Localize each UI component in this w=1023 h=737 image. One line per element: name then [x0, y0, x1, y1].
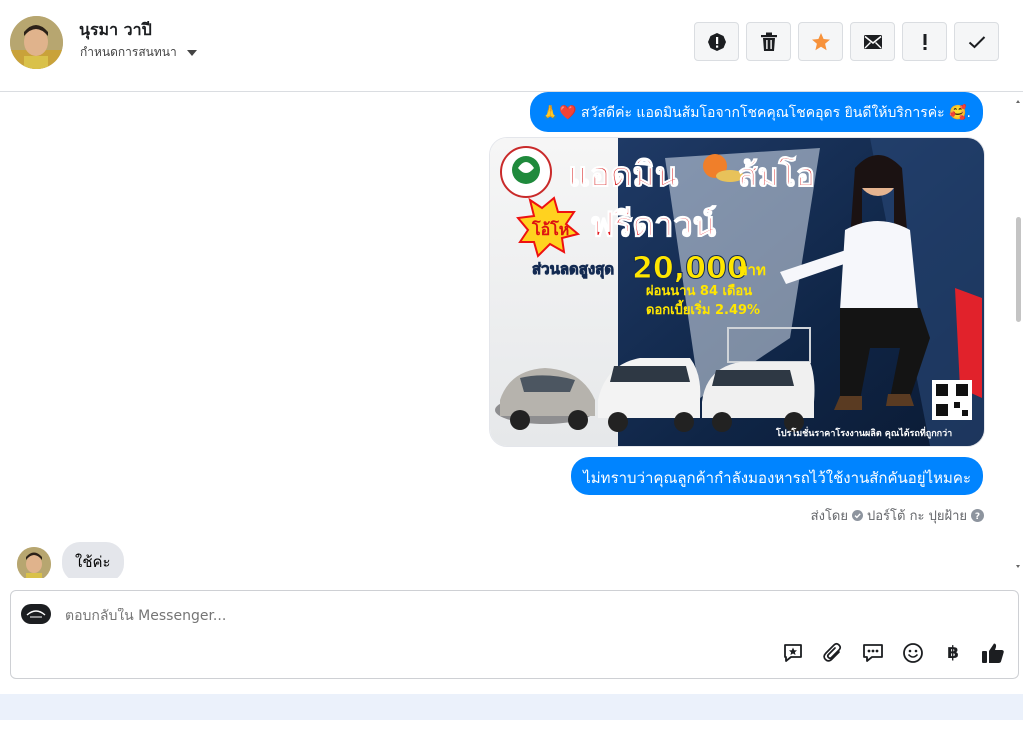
caret-down-icon	[186, 49, 197, 56]
sent-by-name[interactable]: ปอร์โต้ กะ ปุยฝ้าย	[867, 505, 967, 526]
promo-headline: ฟรีดาวน์	[590, 205, 716, 245]
important-button[interactable]	[902, 22, 947, 61]
report-spam-button[interactable]	[694, 22, 739, 61]
scroll-up-arrow-icon[interactable]	[1013, 96, 1023, 106]
star-button[interactable]	[798, 22, 843, 61]
reply-input[interactable]	[65, 608, 765, 624]
chat-bubble-icon	[863, 644, 883, 662]
exclamation-icon	[923, 33, 926, 50]
mark-done-button[interactable]	[954, 22, 999, 61]
baht-icon: ฿	[947, 643, 959, 663]
verified-icon	[852, 510, 863, 521]
payment-button[interactable]: ฿	[940, 640, 966, 666]
delete-button[interactable]	[746, 22, 791, 61]
mark-unread-button[interactable]	[850, 22, 895, 61]
sent-by-info: ส่งโดย ปอร์โต้ กะ ปุยฝ้าย ?	[811, 505, 984, 526]
promo-title-right: ส้มโอ	[738, 156, 815, 194]
scroll-thumb[interactable]	[1016, 217, 1021, 322]
page-logo	[21, 604, 51, 624]
scroll-down-arrow-icon[interactable]	[1013, 562, 1023, 572]
conversation-toolbar	[694, 22, 999, 61]
incoming-message[interactable]: ใช้ค่ะ	[62, 542, 124, 578]
attach-button[interactable]	[820, 640, 846, 666]
promo-installment: ผ่อนนาน 84 เดือน	[646, 283, 752, 299]
assign-conversation-dropdown[interactable]: กำหนดการสนทนา	[80, 43, 197, 62]
message-thread[interactable]: 🙏❤️ สวัสดีค่ะ แอดมินส้มโอจากโชคคุณโชคอุด…	[0, 92, 1023, 578]
check-icon	[968, 35, 985, 48]
saved-reply-button[interactable]	[780, 640, 806, 666]
conversation-header: นุรมา วาปี กำหนดการสนทนา	[0, 0, 1023, 92]
reply-composer: ฿	[10, 590, 1019, 679]
assign-label: กำหนดการสนทนา	[80, 45, 177, 59]
contact-name[interactable]: นุรมา วาปี	[79, 18, 152, 43]
composer-actions: ฿	[780, 640, 1006, 666]
promo-image-message[interactable]: แอดมิน ส้มโอ โอ้โห ฟรีดาวน์ ส่วนลดสูงสุด…	[489, 137, 985, 447]
paperclip-icon	[823, 642, 842, 662]
svg-text:?: ?	[975, 512, 980, 522]
thumbs-up-icon	[982, 643, 1004, 663]
promo-discount-prefix: ส่วนลดสูงสุด	[532, 260, 614, 279]
star-icon	[811, 32, 830, 50]
customer-avatar[interactable]	[17, 547, 51, 578]
promo-title-left: แอดมิน	[568, 155, 678, 195]
emoji-button[interactable]	[900, 640, 926, 666]
envelope-icon	[863, 34, 882, 49]
outgoing-message[interactable]: ไม่ทราบว่าคุณลูกค้ากำลังมองหารถไว้ใช้งาน…	[571, 457, 983, 495]
outgoing-message[interactable]: 🙏❤️ สวัสดีค่ะ แอดมินส้มโอจากโชคคุณโชคอุด…	[529, 92, 983, 132]
quick-reply-button[interactable]	[860, 640, 886, 666]
promo-discount-amount: 20,000	[632, 251, 748, 286]
trash-icon	[760, 32, 777, 51]
emoji-icon	[903, 643, 923, 663]
sent-by-prefix: ส่งโดย	[810, 509, 848, 524]
saved-reply-icon	[784, 644, 802, 662]
exclamation-circle-icon	[707, 32, 726, 51]
promo-burst: โอ้โห	[531, 219, 569, 239]
promo-discount-unit: บาท	[738, 261, 766, 279]
bottom-band	[0, 694, 1023, 720]
like-button[interactable]	[980, 640, 1006, 666]
help-icon[interactable]: ?	[971, 509, 984, 522]
contact-avatar[interactable]	[10, 16, 63, 69]
thread-scrollbar[interactable]	[1013, 92, 1023, 578]
